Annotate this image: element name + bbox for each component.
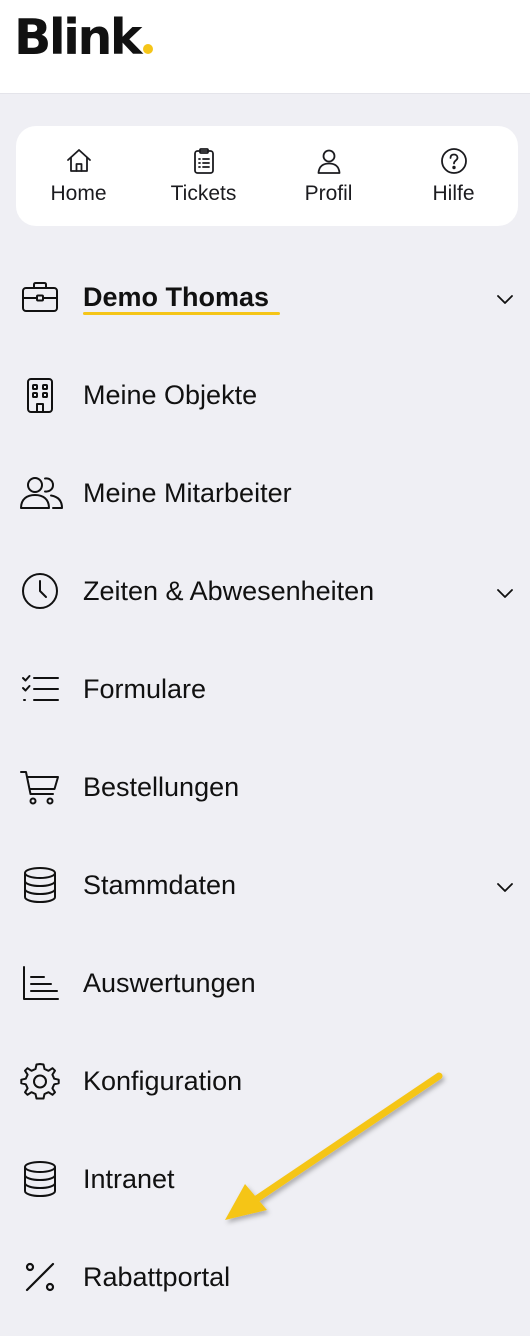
quicknav-tickets-label: Tickets xyxy=(170,182,237,205)
clipboard-icon xyxy=(189,146,219,176)
quicknav-profil[interactable]: Profil xyxy=(266,126,391,226)
menu-item-formulare[interactable]: Formulare xyxy=(0,640,530,738)
menu-item-label: Demo Thomas xyxy=(83,281,270,312)
menu-item-demo-thomas[interactable]: Demo Thomas xyxy=(0,248,530,346)
users-icon xyxy=(20,473,63,513)
app-header: Blink xyxy=(0,0,530,94)
quicknav-hilfe-label: Hilfe xyxy=(432,182,475,205)
menu-item-label: Stammdaten xyxy=(83,869,237,900)
user-icon xyxy=(314,146,344,176)
menu-item-auswertungen[interactable]: Auswertungen xyxy=(0,934,530,1032)
logo-dot xyxy=(142,44,153,54)
cart-icon xyxy=(20,767,60,807)
building-icon xyxy=(20,375,60,415)
menu-item-konfiguration[interactable]: Konfiguration xyxy=(0,1032,530,1130)
chevron-down-icon[interactable] xyxy=(494,288,516,310)
help-circle-icon xyxy=(439,146,469,176)
menu-item-label: Konfiguration xyxy=(83,1065,243,1096)
menu-item-label: Zeiten & Abwesenheiten xyxy=(83,575,375,606)
menu-item-label: Rabattportal xyxy=(83,1261,231,1292)
briefcase-icon xyxy=(20,277,60,317)
menu-item-label: Intranet xyxy=(83,1163,175,1194)
menu-item-rabattportal[interactable]: Rabattportal xyxy=(0,1228,530,1326)
menu-item-zeiten-abwesenheiten[interactable]: Zeiten & Abwesenheiten xyxy=(0,542,530,640)
menu-item-meine-mitarbeiter[interactable]: Meine Mitarbeiter xyxy=(0,444,530,542)
database-icon xyxy=(20,865,60,905)
menu-item-label: Formulare xyxy=(83,673,207,704)
menu-item-label: Bestellungen xyxy=(83,771,240,802)
side-menu: Demo Thomas Meine Objekte Meine Mitarbei… xyxy=(0,248,530,1326)
checklist-icon xyxy=(20,669,60,709)
chevron-down-icon[interactable] xyxy=(494,876,516,898)
menu-item-label: Meine Mitarbeiter xyxy=(83,477,292,508)
menu-item-bestellungen[interactable]: Bestellungen xyxy=(0,738,530,836)
percent-icon xyxy=(20,1257,60,1297)
quicknav-home[interactable]: Home xyxy=(16,126,141,226)
logo-text: Blink xyxy=(14,9,142,66)
database-icon xyxy=(20,1159,60,1199)
home-icon xyxy=(64,146,94,176)
clock-icon xyxy=(20,571,60,611)
menu-item-stammdaten[interactable]: Stammdaten xyxy=(0,836,530,934)
active-underline xyxy=(83,312,280,315)
chevron-down-icon[interactable] xyxy=(494,582,516,604)
quicknav-hilfe[interactable]: Hilfe xyxy=(391,126,516,226)
quicknav-profil-label: Profil xyxy=(304,182,353,205)
menu-item-label: Auswertungen xyxy=(83,967,256,998)
quicknav-tickets[interactable]: Tickets xyxy=(141,126,266,226)
blink-logo[interactable]: Blink xyxy=(14,8,153,68)
gear-icon xyxy=(20,1061,60,1101)
menu-item-label: Meine Objekte xyxy=(83,379,258,410)
chart-icon xyxy=(20,963,60,1003)
quick-nav-card: Home Tickets Profil Hilfe xyxy=(16,126,518,226)
menu-item-intranet[interactable]: Intranet xyxy=(0,1130,530,1228)
quicknav-home-label: Home xyxy=(50,182,107,205)
menu-item-meine-objekte[interactable]: Meine Objekte xyxy=(0,346,530,444)
